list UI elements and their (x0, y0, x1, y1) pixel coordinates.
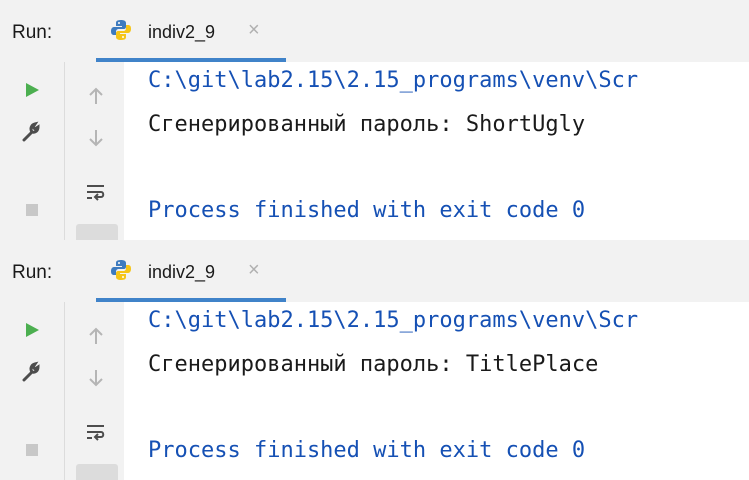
toolbar-divider (64, 302, 65, 480)
close-icon[interactable]: × (248, 20, 260, 40)
stop-icon[interactable] (12, 190, 52, 230)
wrench-icon[interactable] (12, 112, 52, 152)
scroll-icon[interactable] (76, 464, 118, 480)
run-toolbar (0, 62, 124, 240)
run-tab-indiv2-9[interactable]: indiv2_9 × (96, 240, 286, 302)
wrench-icon[interactable] (12, 352, 52, 392)
run-tab-indiv2-9[interactable]: indiv2_9 × (96, 0, 286, 62)
console-path-line[interactable]: C:\git\lab2.15\2.15_programs\venv\Scr (148, 308, 638, 333)
run-panel-2: Run: indiv2_9 × C:\git\lab2.15\2.15_prog… (0, 240, 749, 480)
close-icon[interactable]: × (248, 260, 260, 280)
scroll-icon[interactable] (76, 224, 118, 240)
down-arrow-icon[interactable] (76, 118, 116, 158)
console-output: C:\git\lab2.15\2.15_programs\venv\Scr Сг… (140, 302, 749, 480)
run-label: Run: (12, 22, 53, 43)
run-label: Run: (12, 262, 53, 283)
console-output-line: Сгенерированный пароль: ShortUgly (148, 112, 586, 137)
run-icon[interactable] (12, 70, 52, 110)
python-icon (110, 19, 132, 41)
toolbar-divider (64, 62, 65, 240)
console-output-line: Сгенерированный пароль: TitlePlace (148, 352, 599, 377)
soft-wrap-icon[interactable] (76, 412, 116, 452)
tab-title: indiv2_9 (148, 22, 216, 42)
run-panel-1: Run: indiv2_9 × C:\git\lab2.15\2.15_prog… (0, 0, 749, 240)
stop-icon[interactable] (12, 430, 52, 470)
soft-wrap-icon[interactable] (76, 172, 116, 212)
console-path-line[interactable]: C:\git\lab2.15\2.15_programs\venv\Scr (148, 68, 638, 93)
run-toolbar (0, 302, 124, 480)
tab-title: indiv2_9 (148, 262, 216, 282)
run-icon[interactable] (12, 310, 52, 350)
console-output: C:\git\lab2.15\2.15_programs\venv\Scr Сг… (140, 62, 749, 240)
up-arrow-icon[interactable] (76, 316, 116, 356)
console-process-line: Process finished with exit code 0 (148, 198, 586, 223)
python-icon (110, 259, 132, 281)
console-process-line: Process finished with exit code 0 (148, 438, 586, 463)
run-tab-bar: Run: indiv2_9 × (0, 240, 749, 302)
down-arrow-icon[interactable] (76, 358, 116, 398)
up-arrow-icon[interactable] (76, 76, 116, 116)
run-tab-bar: Run: indiv2_9 × (0, 0, 749, 62)
